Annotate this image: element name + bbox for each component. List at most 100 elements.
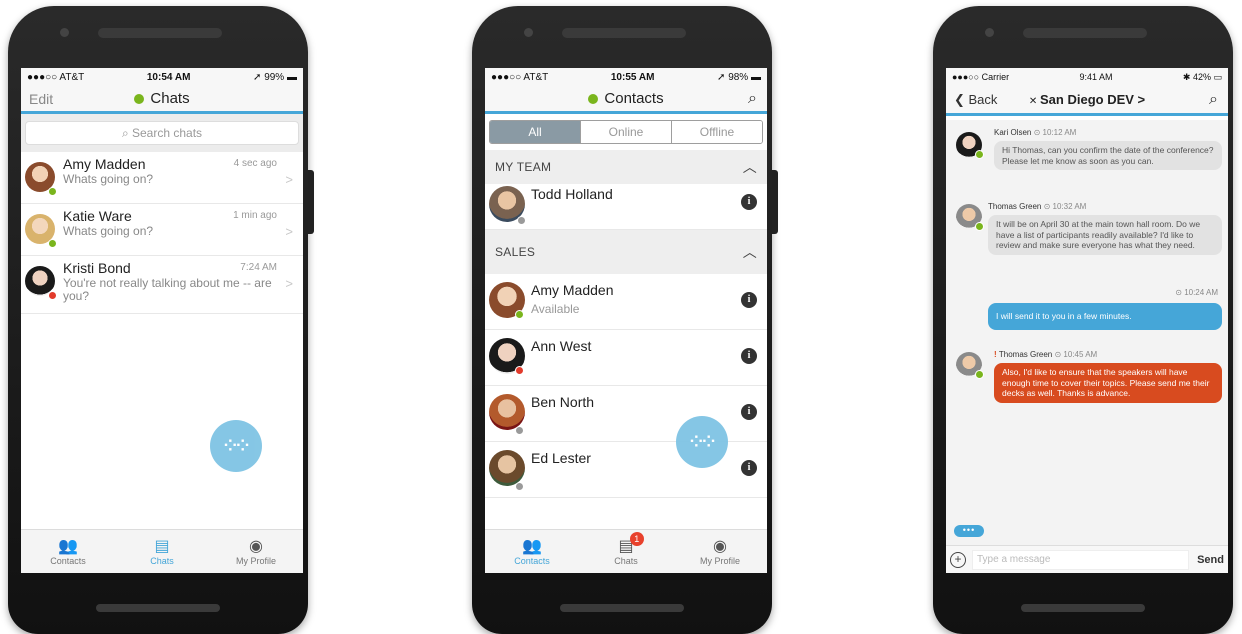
online-status-icon (975, 150, 984, 159)
status-bar: ●●●○○ AT&T 10:54 AM ➚ 99% ▬ (21, 68, 303, 86)
info-icon[interactable]: i (741, 460, 757, 476)
contact-filter: All Online Offline (489, 120, 763, 144)
tab-label: Contacts (50, 555, 86, 566)
message: ! Thomas Green ⊙ 10:45 AM Also, I'd like… (994, 350, 1222, 403)
tab-chats[interactable]: ▤ Chats (115, 530, 209, 573)
offline-status-icon (517, 216, 526, 225)
front-camera (985, 28, 994, 37)
phone-contacts: ●●●○○ AT&T 10:55 AM ➚ 98% ▬ Contacts ⌕ A… (472, 6, 778, 634)
carrier-label: ●●●○○ Carrier (952, 72, 1010, 82)
phone-conversation: ●●●○○ Carrier 9:41 AM ✱ 42% ▭ ❮ Back ✕ S… (933, 6, 1233, 634)
filter-online[interactable]: Online (581, 121, 672, 143)
online-status-icon (975, 370, 984, 379)
message: Thomas Green ⊙ 10:32 AM It will be on Ap… (988, 202, 1222, 255)
contact-row[interactable]: Ann West i (485, 330, 767, 386)
edit-button[interactable]: Edit (29, 91, 53, 107)
search-container: ⌕ Search chats (21, 114, 303, 152)
chat-time: 4 sec ago (233, 158, 277, 169)
chat-list-item[interactable]: Amy Madden Whats going on? 4 sec ago > (21, 152, 303, 204)
filter-offline[interactable]: Offline (672, 121, 762, 143)
info-icon[interactable]: i (741, 348, 757, 364)
contact-row[interactable]: Todd Holland i (485, 184, 767, 230)
chevron-up-icon: ︿ (742, 244, 757, 260)
tab-contacts[interactable]: 👥 Contacts (485, 530, 579, 573)
bbm-compose-button[interactable]: ⁘⁘ (210, 420, 262, 472)
chat-list-item[interactable]: Katie Ware Whats going on? 1 min ago > (21, 204, 303, 256)
section-title: MY TEAM (495, 160, 552, 174)
section-title: SALES (495, 245, 536, 259)
screen: ●●●○○ AT&T 10:54 AM ➚ 99% ▬ Edit Chats ⌕… (21, 68, 303, 573)
battery-indicator: ➚ 99% ▬ (253, 71, 297, 83)
mute-icon: ✕ (1028, 96, 1041, 107)
contacts-icon: 👥 (522, 537, 542, 555)
add-attachment-icon[interactable]: + (950, 551, 966, 568)
online-status-icon (48, 239, 57, 248)
online-status-icon (515, 310, 524, 319)
bottom-speaker (96, 604, 220, 612)
phone-chats: ●●●○○ AT&T 10:54 AM ➚ 99% ▬ Edit Chats ⌕… (8, 6, 314, 634)
presence-dot-icon (134, 93, 145, 104)
chats-icon: ▤ (154, 537, 170, 555)
tab-my-profile[interactable]: ◉ My Profile (209, 530, 303, 573)
tab-bar: 👥 Contacts ▤ 1 Chats ◉ My Profile (485, 529, 767, 573)
status-time: 10:54 AM (146, 71, 191, 83)
front-camera (60, 28, 69, 37)
unread-badge: 1 (629, 532, 644, 546)
message-bubble[interactable]: Hi Thomas, can you confirm the date of t… (994, 141, 1222, 170)
offline-status-icon (515, 482, 524, 491)
message-header: Kari Olsen ⊙ 10:12 AM (994, 128, 1077, 137)
search-icon: ⌕ (121, 125, 132, 140)
chat-time: 1 min ago (233, 210, 277, 221)
profile-icon: ◉ (249, 537, 263, 555)
page-title: Chats (150, 90, 190, 107)
busy-status-icon (48, 291, 57, 300)
section-header[interactable]: MY TEAM ︿ (485, 150, 767, 184)
section-header[interactable]: SALES ︿ (485, 230, 767, 274)
profile-icon: ◉ (713, 537, 727, 555)
bbm-compose-button[interactable]: ⁘⁘ (676, 416, 728, 468)
bbm-logo-icon: ⁘⁘ (223, 438, 250, 455)
message: Kari Olsen ⊙ 10:12 AM Hi Thomas, can you… (994, 128, 1222, 170)
status-bar: ●●●○○ AT&T 10:55 AM ➚ 98% ▬ (485, 68, 767, 86)
message-input[interactable]: Type a message (972, 549, 1190, 570)
screen: ●●●○○ Carrier 9:41 AM ✱ 42% ▭ ❮ Back ✕ S… (946, 68, 1228, 573)
info-icon[interactable]: i (741, 194, 757, 210)
message-bubble[interactable]: It will be on April 30 at the main town … (988, 215, 1222, 255)
tab-contacts[interactable]: 👥 Contacts (21, 530, 115, 573)
search-icon[interactable]: ⌕ (748, 90, 757, 108)
send-button[interactable]: Send (1197, 554, 1224, 566)
nav-bar: Edit Chats (21, 86, 303, 114)
conversation-title[interactable]: ✕ San Diego DEV > (1029, 92, 1145, 107)
screen: ●●●○○ AT&T 10:55 AM ➚ 98% ▬ Contacts ⌕ A… (485, 68, 767, 573)
bbm-logo-icon: ⁘⁘ (689, 434, 716, 451)
contact-status: Available (531, 302, 580, 316)
tab-chats[interactable]: ▤ 1 Chats (579, 530, 673, 573)
carrier-label: ●●●○○ AT&T (491, 71, 549, 83)
info-icon[interactable]: i (741, 404, 757, 420)
back-button[interactable]: ❮ Back (954, 92, 997, 108)
tab-label: Contacts (514, 555, 550, 566)
search-icon[interactable]: ⌕ (1209, 91, 1218, 109)
battery-indicator: ➚ 98% ▬ (717, 71, 761, 83)
online-status-icon (975, 222, 984, 231)
contact-row[interactable]: Amy Madden Available i (485, 274, 767, 330)
carrier-label: ●●●○○ AT&T (27, 71, 85, 83)
tab-my-profile[interactable]: ◉ My Profile (673, 530, 767, 573)
chat-list-item[interactable]: Kristi Bond You're not really talking ab… (21, 256, 303, 314)
contact-name: Amy Madden (531, 282, 614, 298)
message-bubble[interactable]: I will send it to you in a few minutes. (988, 303, 1222, 330)
search-input[interactable]: ⌕ Search chats (25, 121, 299, 145)
avatar (489, 450, 525, 486)
contact-name: Ed Lester (531, 450, 591, 466)
message-bubble[interactable]: Also, I'd like to ensure that the speake… (994, 363, 1222, 403)
message-header: ⊙ 10:24 AM (1175, 288, 1218, 297)
tab-bar: 👥 Contacts ▤ Chats ◉ My Profile (21, 529, 303, 573)
message-composer: + Type a message Send (946, 545, 1228, 573)
page-title: Contacts (604, 90, 664, 107)
filter-all[interactable]: All (490, 121, 581, 143)
front-camera (524, 28, 533, 37)
search-placeholder: Search chats (132, 126, 203, 140)
tab-label: Chats (150, 555, 174, 566)
message: ⊙ 10:24 AM I will send it to you in a fe… (988, 288, 1222, 330)
info-icon[interactable]: i (741, 292, 757, 308)
